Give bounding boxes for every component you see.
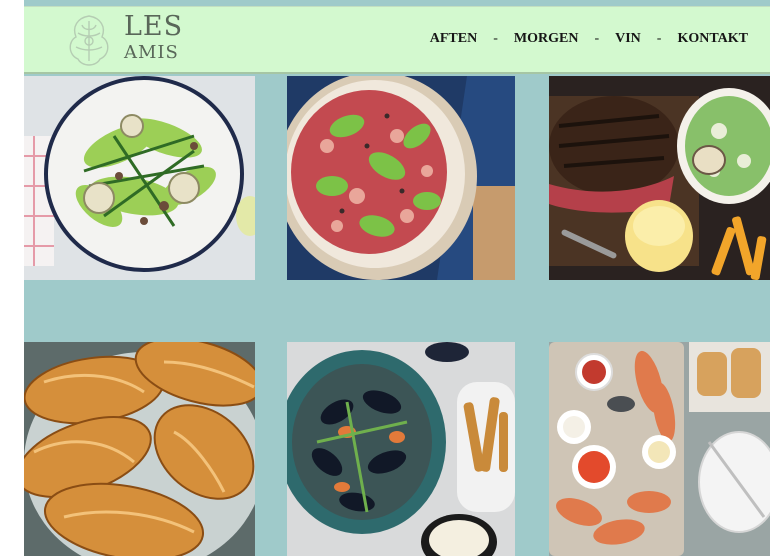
gallery-image-salad[interactable] [24, 76, 255, 280]
logo[interactable]: LES AMIS [124, 13, 183, 62]
nav-item-aften[interactable]: AFTEN [430, 31, 477, 47]
gallery-image-croissants[interactable] [24, 342, 255, 556]
page-left-margin [0, 0, 24, 556]
nav-separator: - [493, 31, 498, 46]
croissants-photo [24, 342, 255, 556]
gallery-image-tartare[interactable] [287, 76, 515, 280]
nav-item-morgen[interactable]: MORGEN [514, 31, 579, 47]
gallery-image-steak[interactable] [549, 76, 770, 280]
logo-line-amis: AMIS [124, 42, 179, 63]
site-header: LES AMIS AFTEN - MORGEN - VIN - KONTAKT [24, 6, 770, 74]
logo-line-les: LES [124, 11, 184, 42]
mussels-photo [287, 342, 515, 556]
nav-separator: - [656, 31, 662, 46]
tartare-photo [287, 76, 515, 280]
nav-item-kontakt[interactable]: KONTAKT [677, 31, 748, 47]
salad-photo [24, 76, 255, 280]
logo-emblem-icon [69, 15, 109, 66]
gallery-image-mussels[interactable] [287, 342, 515, 556]
nav-item-vin[interactable]: VIN [615, 31, 641, 47]
nav-separator: - [594, 31, 600, 46]
steak-photo [549, 76, 770, 280]
seafood-platter-photo [549, 342, 770, 556]
gallery-image-seafood-platter[interactable] [549, 342, 770, 556]
main-nav: AFTEN - MORGEN - VIN - KONTAKT [430, 31, 748, 47]
